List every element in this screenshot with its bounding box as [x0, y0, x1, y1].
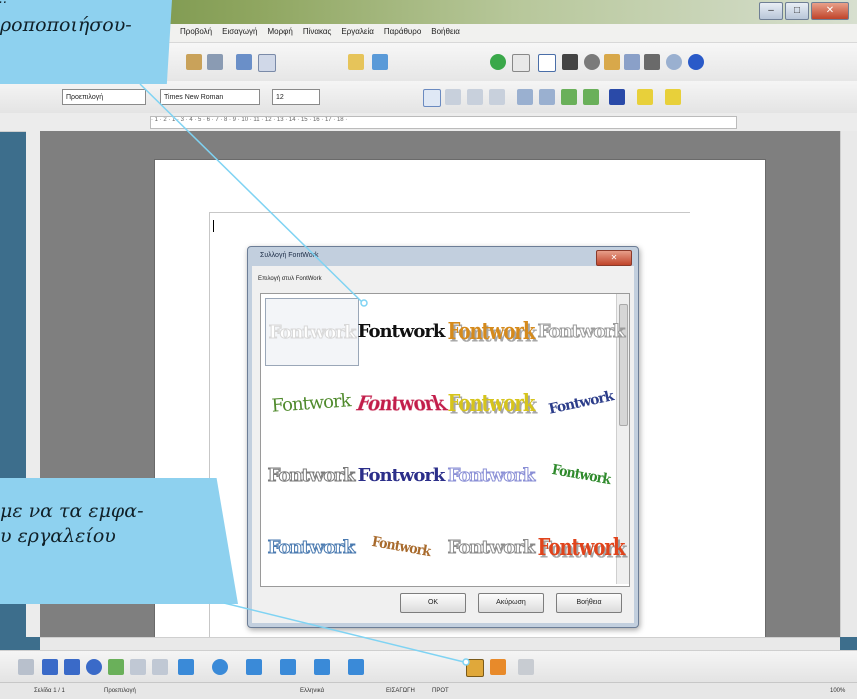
- writer-window: – □ ✕ Προβολή Εισαγωγή Μορφή Πίνακας Εργ…: [0, 0, 857, 699]
- leader-dot-bottom: [462, 658, 470, 666]
- leader-line-top: [139, 83, 363, 303]
- leader-line-bottom: [223, 602, 465, 663]
- leader-dot-top: [360, 299, 368, 307]
- callout-leader-lines: [139, 83, 470, 666]
